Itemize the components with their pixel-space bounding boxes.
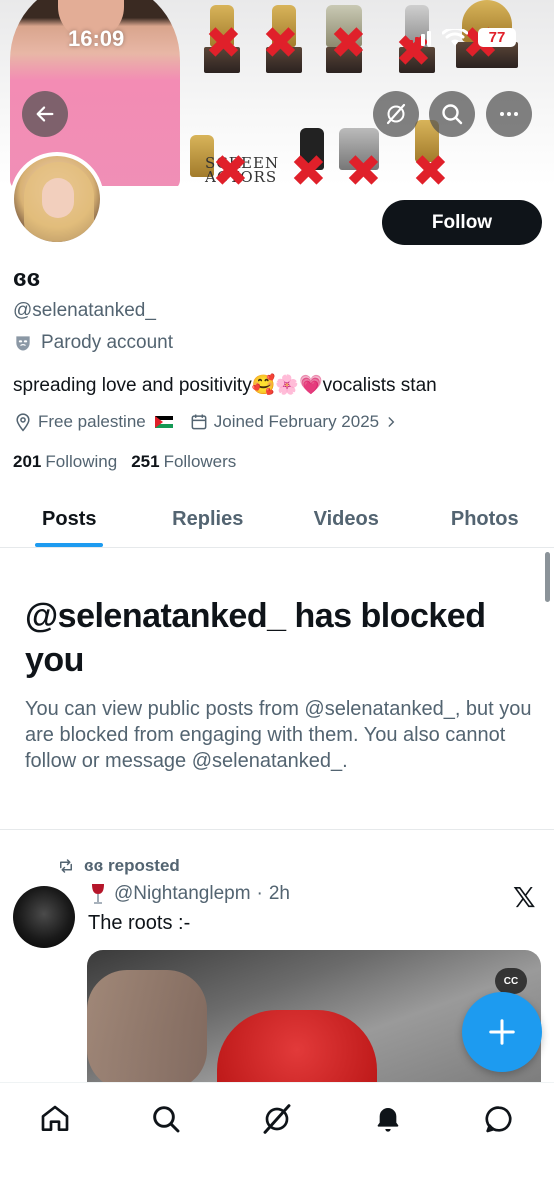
post-header: @Nightanglepm · 2h	[88, 882, 290, 906]
more-button[interactable]	[486, 91, 532, 137]
search-button[interactable]	[429, 91, 475, 137]
search-icon	[442, 104, 463, 125]
mask-icon	[16, 336, 30, 351]
location-pin-icon	[16, 413, 30, 432]
nav-messages[interactable]	[477, 1103, 521, 1147]
nav-home[interactable]	[33, 1103, 77, 1147]
compose-button[interactable]	[462, 992, 542, 1072]
wifi-icon	[442, 28, 468, 46]
x-logo-icon: 𝕏	[513, 881, 536, 914]
bottom-nav	[0, 1082, 554, 1200]
x-mark-icon: ✖	[290, 146, 327, 187]
calendar-icon	[191, 414, 207, 430]
status-icons: 77	[408, 28, 516, 47]
follow-button[interactable]: Follow	[382, 200, 542, 245]
repost-label: ɞɞ reposted	[84, 856, 180, 875]
scrollbar[interactable]	[545, 552, 550, 602]
post-separator: ·	[256, 883, 263, 904]
nav-grok[interactable]	[255, 1103, 299, 1147]
signal-icon	[409, 30, 431, 46]
post-author-avatar[interactable]	[13, 886, 75, 948]
location-text: Free palestine	[38, 412, 146, 431]
blocked-description: You can view public posts from @selenata…	[25, 698, 532, 772]
repost-indicator[interactable]: ɞɞ reposted	[56, 856, 180, 876]
x-mark-icon: ✖	[330, 18, 367, 69]
home-icon	[42, 1105, 69, 1131]
status-time: 16:09	[68, 26, 125, 51]
profile-meta: Free palestine Joined February 2025	[13, 412, 414, 432]
tab-posts[interactable]: Posts	[0, 492, 139, 547]
nav-notifications[interactable]	[366, 1103, 410, 1147]
nav-search[interactable]	[144, 1103, 188, 1147]
repost-icon	[60, 859, 72, 873]
tab-photos[interactable]: Photos	[416, 492, 554, 547]
x-mark-icon: ✖	[262, 18, 299, 69]
profile-handle: @selenatanked_	[13, 300, 156, 321]
tab-replies[interactable]: Replies	[139, 492, 278, 547]
tab-videos[interactable]: Videos	[277, 492, 416, 547]
wine-glass-icon	[92, 884, 104, 904]
palestine-flag-icon	[154, 416, 173, 428]
blocked-title: @selenatanked_ has blocked you	[25, 597, 486, 679]
grok-icon	[263, 1104, 291, 1134]
grok-icon	[386, 103, 406, 125]
location: Free palestine	[13, 412, 173, 432]
plus-icon	[489, 1019, 515, 1045]
search-icon	[153, 1106, 180, 1133]
profile-tabs: Posts Replies Videos Photos	[0, 492, 554, 548]
parody-label: Parody account	[41, 332, 174, 353]
post-time[interactable]: 2h	[269, 883, 290, 905]
divider	[0, 829, 554, 830]
profile-bio: spreading love and positivity🥰🌸💗vocalist…	[13, 375, 437, 396]
back-button[interactable]	[22, 91, 68, 137]
post-author-handle[interactable]: @Nightanglepm	[114, 883, 251, 905]
battery-indicator: 77	[478, 28, 516, 47]
x-mark-icon: ✖	[205, 18, 242, 69]
followers-link[interactable]: 251 Followers	[131, 452, 236, 472]
x-mark-icon: ✖	[345, 146, 382, 187]
message-icon	[485, 1106, 511, 1133]
follow-counts: 201 Following 251 Followers	[13, 452, 236, 472]
x-mark-icon: ✖	[212, 146, 249, 187]
chevron-right-icon	[388, 417, 395, 427]
x-mark-icon: ✖	[412, 146, 449, 187]
display-name: ɞɞ	[13, 265, 41, 292]
joined-date[interactable]: Joined February 2025	[189, 412, 398, 432]
post-text: The roots :-	[88, 912, 191, 934]
captions-button[interactable]: CC	[495, 968, 527, 994]
arrow-left-icon	[36, 106, 54, 122]
bell-icon	[377, 1108, 399, 1132]
following-link[interactable]: 201 Following	[13, 452, 117, 472]
more-icon	[500, 112, 518, 116]
parody-badge: Parody account	[13, 332, 173, 354]
grok-button[interactable]	[373, 91, 419, 137]
profile-avatar[interactable]	[10, 152, 104, 246]
joined-text: Joined February 2025	[213, 412, 380, 431]
